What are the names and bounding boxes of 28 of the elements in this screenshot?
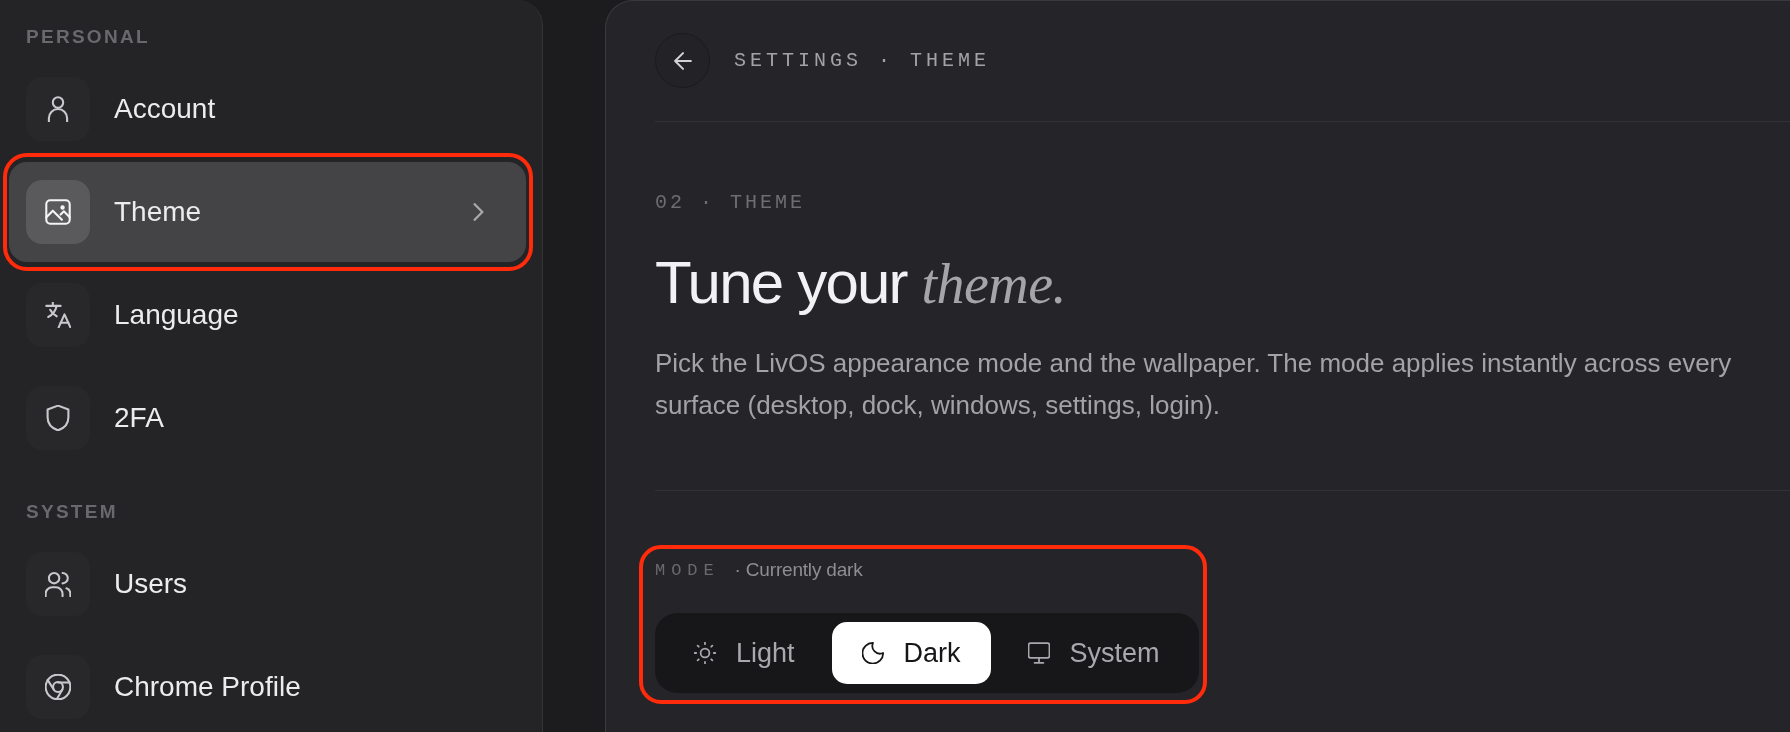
moon-icon	[861, 642, 884, 664]
mode-option[interactable]: Dark	[831, 622, 991, 684]
mode-option[interactable]: System	[997, 622, 1190, 684]
image-icon	[26, 180, 90, 244]
sidebar-item[interactable]: Chrome Profile	[9, 637, 526, 732]
sidebar-item[interactable]: Users	[9, 534, 526, 634]
mode-label: MODE	[655, 560, 720, 580]
sidebar-item[interactable]: Language	[9, 265, 526, 365]
sidebar-item[interactable]: 2FA	[9, 368, 526, 468]
mode-option[interactable]: Light	[664, 622, 825, 684]
monitor-icon	[1027, 642, 1050, 664]
section-eyebrow: 02 · THEME	[655, 191, 806, 215]
sun-icon	[694, 642, 716, 664]
shield-icon	[26, 386, 90, 450]
browser-icon	[26, 655, 90, 719]
users-icon	[26, 552, 90, 616]
mode-status: · Currently dark	[734, 559, 863, 581]
arrow-left-icon	[673, 51, 692, 70]
page-description: Pick the LivOS appearance mode and the wallpaper. The mode applies instantly across every surface (desktop, dock, windows, settings, login).	[655, 347, 1733, 422]
section-heading: SYSTEM	[25, 501, 118, 523]
translate-icon	[26, 283, 90, 347]
page-title: Tune your theme.	[655, 248, 1066, 318]
breadcrumb: SETTINGS · THEME	[734, 49, 991, 72]
sidebar-item[interactable]: Theme	[9, 162, 526, 262]
chevron-right-icon	[473, 203, 484, 221]
section-heading: PERSONAL	[25, 26, 150, 48]
sidebar-item[interactable]: Account	[9, 59, 526, 159]
user-icon	[26, 77, 90, 141]
